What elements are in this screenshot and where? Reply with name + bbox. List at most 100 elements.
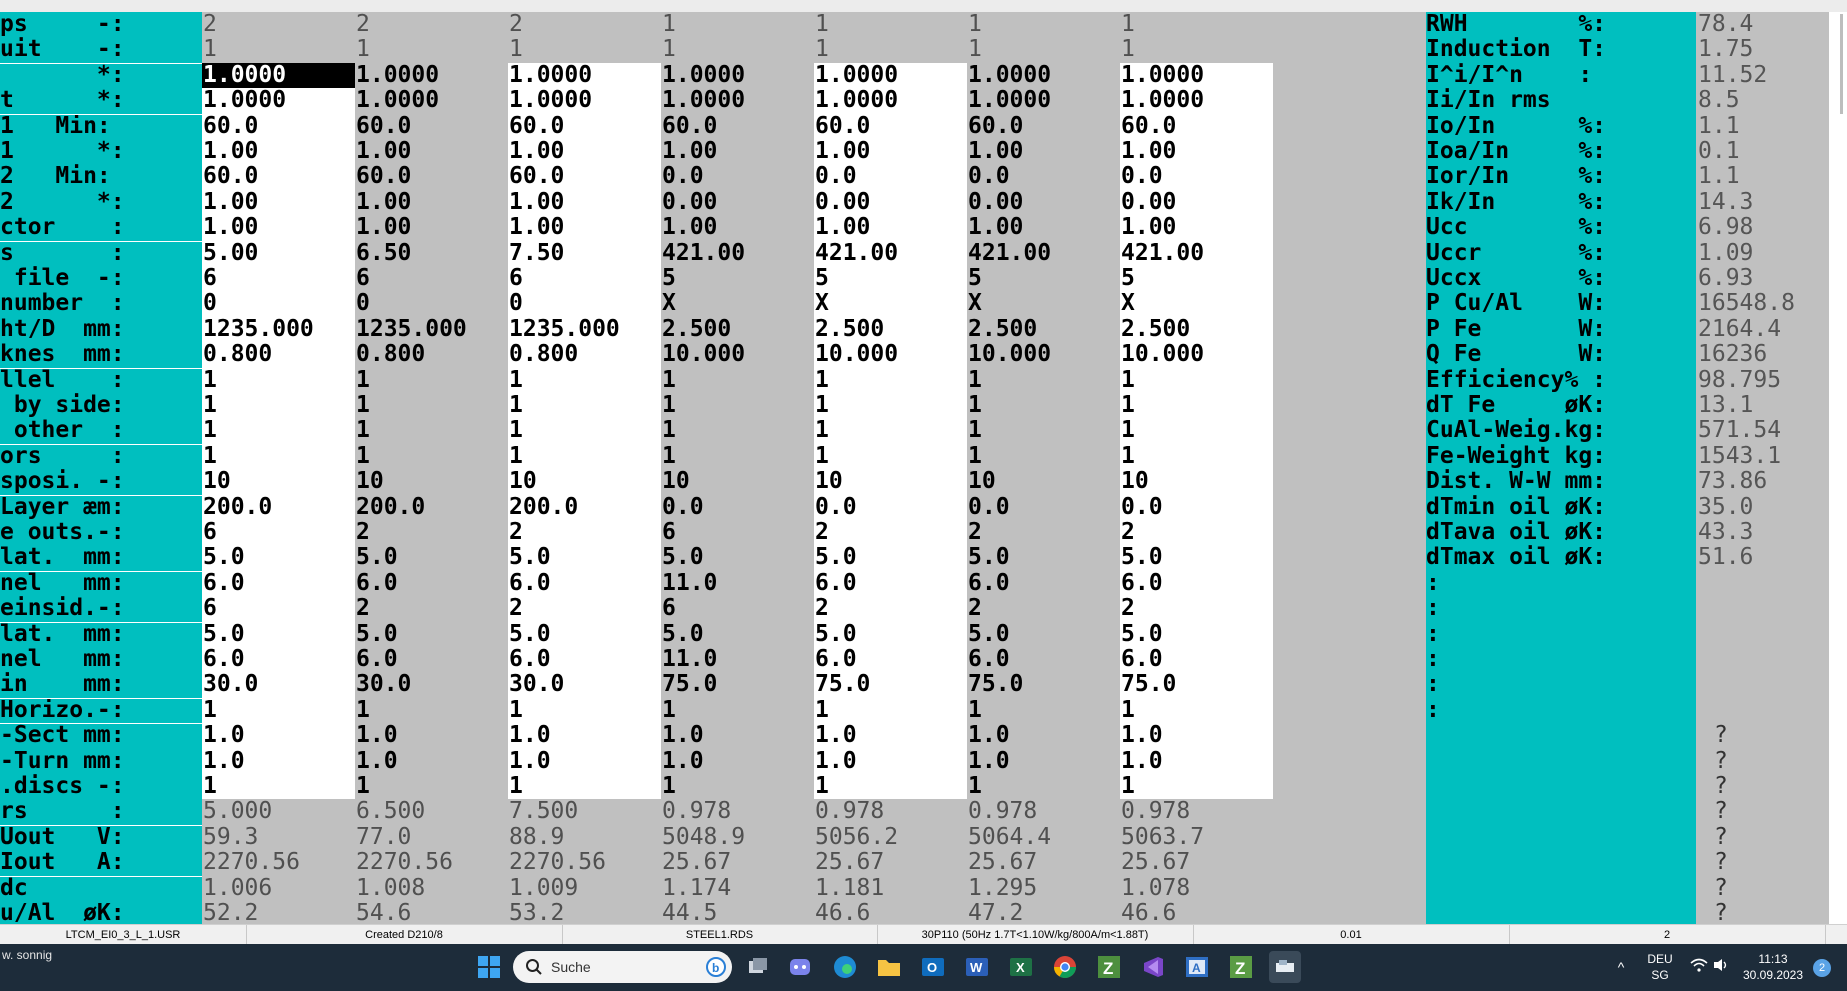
value-cell[interactable]: 1.0000 bbox=[661, 62, 814, 89]
value-cell[interactable]: 0.0 bbox=[814, 494, 967, 520]
value-cell[interactable]: 6 bbox=[661, 596, 814, 622]
value-cell[interactable]: 5.0 bbox=[967, 545, 1120, 571]
value-cell[interactable]: 2.500 bbox=[967, 316, 1120, 343]
value-cell[interactable]: X bbox=[1120, 291, 1273, 317]
value-cell[interactable]: 60.0 bbox=[1120, 113, 1273, 139]
value-cell[interactable]: 2.500 bbox=[661, 316, 814, 343]
value-cell[interactable]: 1.0000 bbox=[508, 62, 661, 89]
value-cell[interactable]: 60.0 bbox=[355, 113, 508, 139]
value-cell[interactable]: 2 bbox=[508, 596, 661, 622]
value-cell[interactable]: 0.0 bbox=[967, 494, 1120, 520]
value-cell[interactable]: 1.0000 bbox=[1120, 88, 1273, 114]
word-icon[interactable]: W bbox=[961, 951, 993, 983]
value-cell[interactable]: 1 bbox=[661, 774, 814, 800]
value-cell[interactable]: 1 bbox=[814, 393, 967, 419]
outlook-icon[interactable]: O bbox=[917, 951, 949, 983]
value-cell[interactable]: 0.00 bbox=[967, 189, 1120, 216]
value-cell[interactable]: 60.0 bbox=[202, 164, 355, 190]
value-cell[interactable]: 1 bbox=[355, 393, 508, 419]
value-cell[interactable]: 2.500 bbox=[814, 316, 967, 343]
value-cell[interactable]: 1 bbox=[355, 367, 508, 393]
value-cell[interactable]: 1.0000 bbox=[967, 62, 1120, 89]
value-cell[interactable]: 5.0 bbox=[814, 621, 967, 647]
value-cell[interactable]: 1.00 bbox=[1120, 215, 1273, 241]
value-cell[interactable]: 1.00 bbox=[661, 139, 814, 165]
value-cell[interactable]: 1.00 bbox=[967, 139, 1120, 165]
value-cell[interactable]: 1.0 bbox=[508, 748, 661, 774]
value-cell[interactable]: 1 bbox=[202, 393, 355, 419]
value-cell[interactable]: 2 bbox=[1120, 596, 1273, 622]
value-cell[interactable]: 1 bbox=[355, 774, 508, 800]
value-cell[interactable]: 0.00 bbox=[661, 189, 814, 216]
value-cell[interactable]: 0.0 bbox=[661, 164, 814, 190]
value-cell[interactable]: 1 bbox=[967, 697, 1120, 724]
value-cell[interactable]: 1.0000 bbox=[967, 88, 1120, 114]
value-cell[interactable]: 1.0000 bbox=[814, 62, 967, 89]
value-cell[interactable]: 5.0 bbox=[202, 545, 355, 571]
value-cell[interactable]: 1 bbox=[508, 774, 661, 800]
value-cell[interactable]: 5.0 bbox=[814, 545, 967, 571]
value-cell[interactable]: 1 bbox=[814, 367, 967, 393]
clock[interactable]: 11:13 30.09.2023 bbox=[1733, 951, 1813, 985]
value-cell[interactable]: 1 bbox=[1120, 697, 1273, 724]
value-cell[interactable]: 0.800 bbox=[355, 342, 508, 368]
taskbar-search-box[interactable]: Suche b bbox=[513, 951, 732, 983]
value-cell[interactable]: 1 bbox=[202, 443, 355, 470]
value-cell[interactable]: 10 bbox=[661, 469, 814, 495]
value-cell[interactable]: 421.00 bbox=[967, 240, 1120, 266]
value-cell[interactable]: 0 bbox=[508, 291, 661, 317]
value-cell[interactable]: 0.0 bbox=[661, 494, 814, 520]
vertical-scrollbar[interactable] bbox=[1829, 12, 1847, 924]
value-cell[interactable]: 5 bbox=[1120, 266, 1273, 292]
value-cell[interactable]: 1 bbox=[967, 393, 1120, 419]
value-cell[interactable]: 5.0 bbox=[967, 621, 1120, 647]
value-cell[interactable]: 200.0 bbox=[202, 494, 355, 520]
value-cell[interactable]: 1.00 bbox=[1120, 139, 1273, 165]
value-cell[interactable]: 10 bbox=[355, 469, 508, 495]
chevron-up-icon[interactable]: ^ bbox=[1610, 944, 1632, 991]
value-cell[interactable]: 0.00 bbox=[1120, 189, 1273, 216]
value-cell[interactable]: 5.0 bbox=[1120, 545, 1273, 571]
value-cell[interactable]: 6.0 bbox=[202, 647, 355, 673]
value-cell[interactable]: 5.0 bbox=[355, 545, 508, 571]
visual-studio-icon[interactable] bbox=[1137, 951, 1169, 983]
value-cell[interactable]: 2 bbox=[814, 596, 967, 622]
value-cell[interactable]: 1 bbox=[1120, 774, 1273, 800]
value-cell[interactable]: 1.0000 bbox=[202, 62, 355, 89]
value-cell[interactable]: 10.000 bbox=[661, 342, 814, 368]
value-cell[interactable]: 1 bbox=[814, 774, 967, 800]
value-cell[interactable]: 6.0 bbox=[508, 647, 661, 673]
value-cell[interactable]: X bbox=[967, 291, 1120, 317]
value-cell[interactable]: 5.0 bbox=[661, 621, 814, 647]
value-cell[interactable]: 1 bbox=[202, 418, 355, 444]
value-cell[interactable]: 6.0 bbox=[967, 570, 1120, 597]
excel-icon[interactable]: X bbox=[1005, 951, 1037, 983]
value-cell[interactable]: 6.0 bbox=[202, 570, 355, 597]
scrollbar-thumb[interactable] bbox=[1840, 14, 1843, 114]
value-cell[interactable]: 1 bbox=[202, 697, 355, 724]
value-cell[interactable]: 1.0 bbox=[508, 723, 661, 749]
value-cell[interactable]: 1 bbox=[355, 443, 508, 470]
volume-icon[interactable] bbox=[1710, 957, 1732, 977]
value-cell[interactable]: 6.0 bbox=[355, 647, 508, 673]
value-cell[interactable]: 200.0 bbox=[355, 494, 508, 520]
value-cell[interactable]: 0.0 bbox=[1120, 164, 1273, 190]
value-cell[interactable]: 1 bbox=[967, 774, 1120, 800]
value-cell[interactable]: 60.0 bbox=[967, 113, 1120, 139]
value-cell[interactable]: 0.0 bbox=[814, 164, 967, 190]
value-cell[interactable]: 1 bbox=[508, 443, 661, 470]
value-cell[interactable]: 1 bbox=[814, 418, 967, 444]
z-app-icon[interactable]: Z bbox=[1093, 951, 1125, 983]
value-cell[interactable]: 1.0000 bbox=[355, 62, 508, 89]
value-cell[interactable]: 1.0 bbox=[355, 723, 508, 749]
value-cell[interactable]: 1 bbox=[1120, 418, 1273, 444]
value-cell[interactable]: 1.00 bbox=[967, 215, 1120, 241]
value-cell[interactable]: 0.00 bbox=[814, 189, 967, 216]
value-cell[interactable]: 1.0 bbox=[202, 748, 355, 774]
value-cell[interactable]: 10.000 bbox=[967, 342, 1120, 368]
value-cell[interactable]: 1 bbox=[1120, 443, 1273, 470]
value-cell[interactable]: 2 bbox=[355, 520, 508, 546]
value-cell[interactable]: 10.000 bbox=[814, 342, 967, 368]
value-cell[interactable]: X bbox=[814, 291, 967, 317]
value-cell[interactable]: 1 bbox=[355, 697, 508, 724]
